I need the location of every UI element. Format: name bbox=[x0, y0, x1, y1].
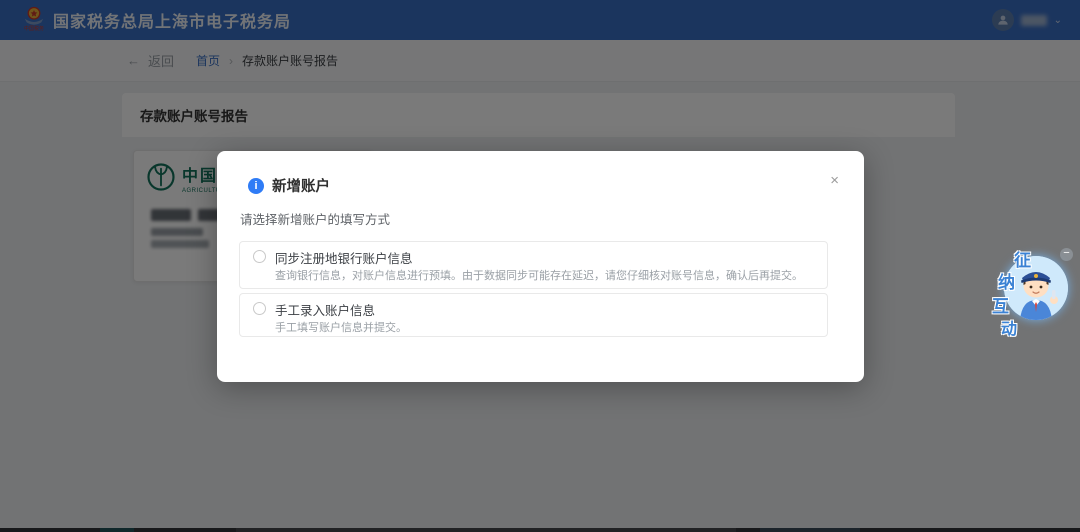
option-title: 同步注册地银行账户信息 bbox=[275, 248, 413, 267]
info-icon: i bbox=[248, 178, 264, 194]
add-account-dialog: i 新增账户 × 请选择新增账户的填写方式 同步注册地银行账户信息 查询银行信息… bbox=[217, 151, 864, 382]
option-description: 手工填写账户信息并提交。 bbox=[275, 319, 407, 335]
screen: 中国税务 国家税务总局上海市电子税务局 ⌄ ← 返回 首页 › 存款账户账号报告… bbox=[0, 0, 1080, 532]
mascot-char: 动 bbox=[1001, 315, 1017, 339]
radio-button-icon[interactable] bbox=[253, 250, 266, 263]
mascot-char: 纳 bbox=[998, 268, 1015, 293]
interaction-mascot-widget[interactable]: − bbox=[972, 243, 1076, 338]
close-icon[interactable]: × bbox=[830, 173, 839, 188]
option-description: 查询银行信息，对账户信息进行预填。由于数据同步可能存在延迟，请您仔细核对账号信息… bbox=[275, 267, 803, 283]
dialog-prompt: 请选择新增账户的填写方式 bbox=[240, 209, 390, 228]
mascot-char: 互 bbox=[992, 292, 1009, 317]
radio-button-icon[interactable] bbox=[253, 302, 266, 315]
dialog-title: 新增账户 bbox=[272, 175, 330, 196]
option-title: 手工录入账户信息 bbox=[275, 300, 375, 319]
option-sync-bank-info[interactable]: 同步注册地银行账户信息 查询银行信息，对账户信息进行预填。由于数据同步可能存在延… bbox=[239, 241, 828, 289]
option-manual-entry[interactable]: 手工录入账户信息 手工填写账户信息并提交。 bbox=[239, 293, 828, 337]
minimize-icon[interactable]: − bbox=[1060, 248, 1073, 261]
mascot-char: 征 bbox=[1014, 246, 1031, 271]
